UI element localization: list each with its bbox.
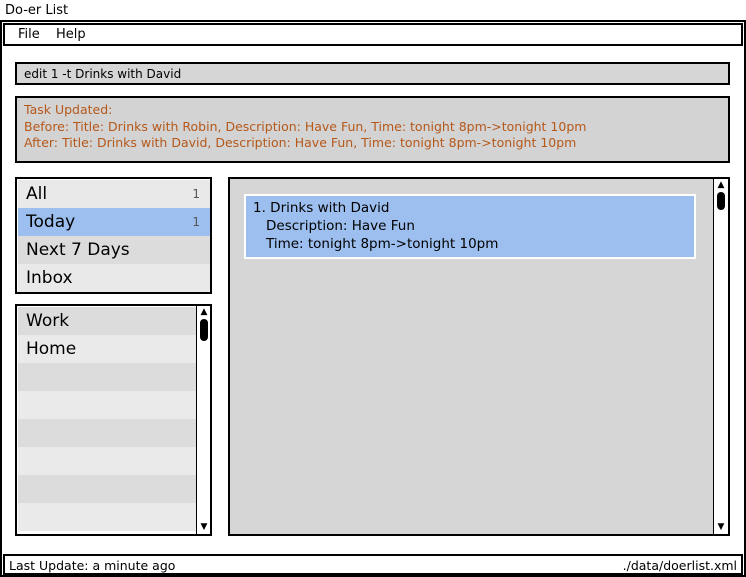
result-line-before: Before: Title: Drinks with Robin, Descri…	[24, 118, 587, 134]
category-list: All 1 Today 1 Next 7 Days Inbox	[15, 177, 212, 294]
scroll-down-arrow-icon[interactable]: ▼	[199, 522, 209, 532]
category-item-today[interactable]: Today 1	[18, 208, 210, 236]
task-time: Time: tonight 8pm->tonight 10pm	[266, 236, 499, 252]
category-count: 1	[192, 187, 200, 201]
category-label: Inbox	[26, 268, 73, 288]
category-label: Next 7 Days	[26, 240, 130, 260]
menu-bar: File Help	[3, 23, 743, 46]
task-title: 1. Drinks with David	[253, 200, 390, 216]
category-item-next-7-days[interactable]: Next 7 Days	[18, 236, 210, 264]
tag-empty-row	[18, 419, 196, 447]
task-list-scrollbar[interactable]: ▲ ▼	[713, 179, 728, 534]
status-last-update: Last Update: a minute ago	[9, 558, 176, 573]
tag-empty-row	[18, 391, 196, 419]
scroll-up-arrow-icon[interactable]: ▲	[199, 307, 209, 317]
status-file-path: ./data/doerlist.xml	[622, 558, 737, 573]
tag-empty-row	[18, 363, 196, 391]
tag-empty-row	[18, 503, 196, 531]
scroll-down-arrow-icon[interactable]: ▼	[716, 522, 726, 532]
tag-empty-row	[18, 475, 196, 503]
task-list-scroll-thumb[interactable]	[717, 192, 725, 210]
tag-list-scrollbar[interactable]: ▲ ▼	[196, 306, 210, 534]
result-line-header: Task Updated:	[24, 102, 113, 117]
tag-item-work[interactable]: Work	[18, 307, 196, 335]
menu-help[interactable]: Help	[56, 27, 86, 42]
window-title: Do-er List	[5, 3, 69, 18]
tag-label: Home	[26, 339, 77, 359]
task-card[interactable]: 1. Drinks with David Description: Have F…	[244, 194, 696, 259]
tag-label: Work	[26, 311, 70, 331]
category-label: Today	[26, 212, 76, 232]
scroll-up-arrow-icon[interactable]: ▲	[716, 180, 726, 190]
status-bar: Last Update: a minute ago ./data/doerlis…	[3, 554, 743, 575]
category-item-all[interactable]: All 1	[18, 180, 210, 208]
title-bar: Do-er List	[0, 0, 746, 22]
tag-empty-row	[18, 447, 196, 475]
category-item-inbox[interactable]: Inbox	[18, 264, 210, 292]
command-input[interactable]	[17, 64, 728, 83]
tag-item-home[interactable]: Home	[18, 335, 196, 363]
result-display: Task Updated: Before: Title: Drinks with…	[15, 96, 730, 163]
result-line-after: After: Title: Drinks with David, Descrip…	[24, 135, 577, 150]
tag-list-scroll-thumb[interactable]	[200, 319, 208, 341]
task-list-panel: 1. Drinks with David Description: Have F…	[228, 177, 730, 536]
tag-list: Work Home ▲ ▼	[15, 304, 212, 536]
command-box[interactable]	[15, 62, 730, 85]
category-label: All	[26, 184, 48, 204]
task-description: Description: Have Fun	[266, 218, 415, 234]
menu-file[interactable]: File	[18, 27, 40, 42]
category-count: 1	[192, 215, 200, 229]
